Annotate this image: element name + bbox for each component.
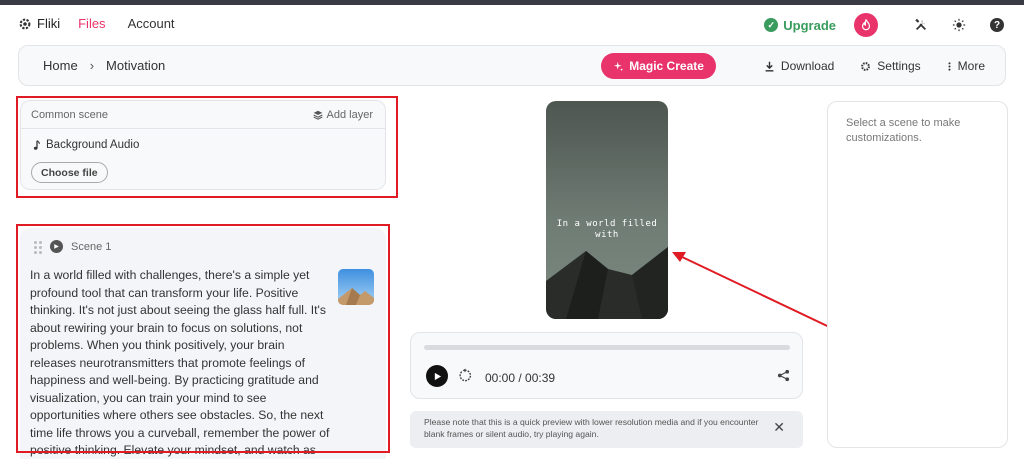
replay-button[interactable] bbox=[458, 368, 473, 383]
customization-panel: Select a scene to make customizations. bbox=[827, 101, 1008, 448]
settings-button[interactable]: Settings bbox=[860, 59, 921, 73]
more-label: More bbox=[957, 59, 985, 73]
nav-right: ✓ Upgrade ? bbox=[764, 13, 1008, 37]
replay-icon bbox=[459, 368, 472, 382]
brand-name: Fliki bbox=[37, 16, 61, 31]
settings-label: Settings bbox=[877, 59, 921, 73]
breadcrumb-separator: › bbox=[89, 58, 95, 73]
video-preview[interactable]: In a world filled with bbox=[546, 101, 668, 319]
share-button[interactable] bbox=[777, 369, 790, 382]
close-icon[interactable]: ✕ bbox=[773, 420, 785, 434]
download-button[interactable]: Download bbox=[764, 59, 834, 73]
annotation-box-scene bbox=[16, 224, 390, 453]
top-nav: Fliki Files Account ✓ Upgrade ? bbox=[0, 5, 1024, 45]
breadcrumb-home[interactable]: Home bbox=[43, 58, 78, 73]
preview-note: Please note that this is a quick preview… bbox=[410, 411, 803, 448]
fliki-logo-icon bbox=[18, 17, 32, 31]
breadcrumb-current[interactable]: Motivation bbox=[106, 58, 165, 73]
more-vertical-icon bbox=[948, 61, 951, 71]
share-icon bbox=[777, 369, 790, 382]
tools-icon[interactable] bbox=[910, 14, 932, 36]
download-icon bbox=[765, 61, 774, 72]
theme-sun-icon[interactable] bbox=[948, 14, 970, 36]
nav-link-files[interactable]: Files bbox=[78, 16, 105, 31]
play-button[interactable] bbox=[426, 365, 448, 387]
magic-create-label: Magic Create bbox=[629, 59, 704, 73]
play-icon bbox=[434, 372, 441, 380]
more-button[interactable]: More bbox=[947, 59, 985, 73]
toolbar-actions: Magic Create Download Settings More bbox=[601, 53, 985, 79]
upgrade-link[interactable]: ✓ Upgrade bbox=[764, 18, 836, 33]
breadcrumb-bar: Home › Motivation Magic Create Download … bbox=[18, 45, 1006, 86]
customization-placeholder: Select a scene to make customizations. bbox=[846, 117, 961, 144]
brand[interactable]: Fliki bbox=[18, 16, 60, 31]
breadcrumb: Home › Motivation bbox=[43, 58, 165, 73]
sparkle-icon bbox=[614, 61, 624, 71]
upgrade-label: Upgrade bbox=[783, 17, 836, 33]
avatar[interactable] bbox=[854, 13, 878, 37]
nav-left: Fliki Files Account bbox=[18, 16, 197, 31]
nav-link-account[interactable]: Account bbox=[128, 16, 175, 31]
check-badge-icon: ✓ bbox=[764, 18, 779, 32]
preview-note-text: Please note that this is a quick preview… bbox=[424, 417, 759, 439]
gear-icon bbox=[861, 61, 871, 71]
playback-time: 00:00 / 00:39 bbox=[485, 371, 556, 385]
video-caption: In a world filled with bbox=[556, 219, 658, 240]
help-icon[interactable]: ? bbox=[986, 14, 1008, 36]
magic-create-button[interactable]: Magic Create bbox=[601, 53, 716, 79]
flame-icon bbox=[861, 19, 871, 31]
annotation-box-common-scene bbox=[16, 96, 398, 198]
audio-player: 00:00 / 00:39 bbox=[410, 332, 803, 399]
progress-track[interactable] bbox=[424, 345, 790, 350]
download-label: Download bbox=[780, 59, 835, 73]
